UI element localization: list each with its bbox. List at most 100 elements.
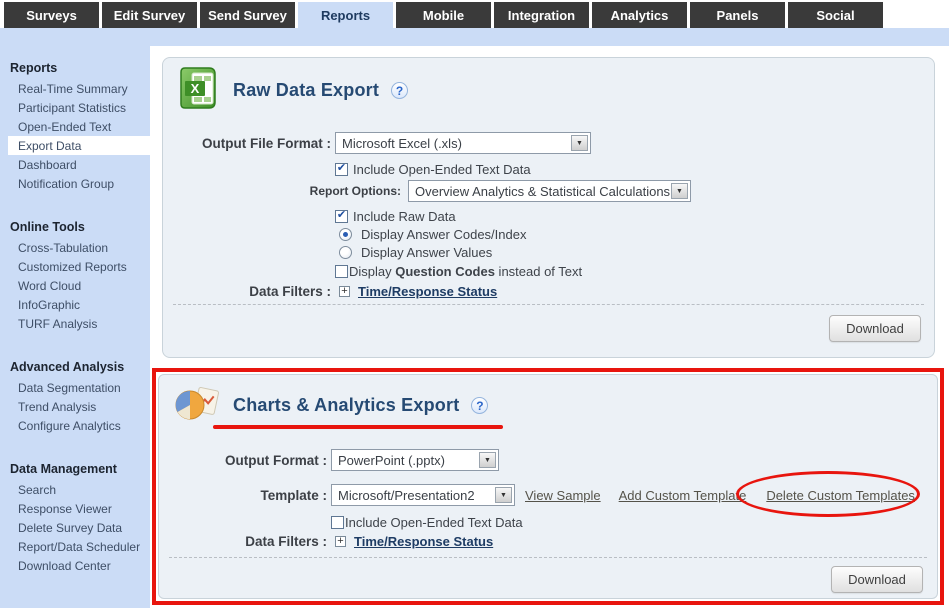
divider (169, 557, 927, 558)
red-ellipse-annotation (736, 471, 920, 517)
panel-title: Charts & Analytics Export (233, 395, 459, 416)
data-filters-label: Data Filters : (159, 534, 327, 549)
sidebar-section-title: Reports (0, 58, 150, 79)
sidebar-item-search[interactable]: Search (0, 480, 150, 499)
page: Surveys Edit Survey Send Survey Reports … (0, 0, 949, 608)
sidebar-item-real-time-summary[interactable]: Real-Time Summary (0, 79, 150, 98)
chevron-down-icon: ▼ (571, 135, 588, 151)
pie-chart-icon (173, 383, 221, 428)
chevron-down-icon: ▼ (479, 452, 496, 468)
sidebar-item-response-viewer[interactable]: Response Viewer (0, 499, 150, 518)
chevron-down-icon: ▼ (495, 487, 512, 503)
expand-plus-icon[interactable]: + (335, 536, 346, 547)
sidebar-section-reports: Reports Real-Time Summary Participant St… (0, 58, 150, 193)
sidebar-item-dashboard[interactable]: Dashboard (0, 155, 150, 174)
sidebar-section-advanced-analysis: Advanced Analysis Data Segmentation Tren… (0, 357, 150, 435)
tab-surveys[interactable]: Surveys (4, 2, 99, 28)
output-format-select[interactable]: PowerPoint (.pptx) ▼ (331, 449, 499, 471)
sidebar-item-notification-group[interactable]: Notification Group (0, 174, 150, 193)
sidebar-item-download-center[interactable]: Download Center (0, 556, 150, 575)
sidebar-item-infographic[interactable]: InfoGraphic (0, 295, 150, 314)
time-response-status-link[interactable]: Time/Response Status (354, 534, 493, 549)
red-annotation-rectangle: Charts & Analytics Export ? Output Forma… (152, 368, 944, 605)
report-options-select[interactable]: Overview Analytics & Statistical Calcula… (408, 180, 691, 202)
report-options-value: Overview Analytics & Statistical Calcula… (409, 184, 671, 199)
question-codes-label: Display Question Codes instead of Text (349, 264, 582, 279)
output-format-row: Output Format : PowerPoint (.pptx) ▼ (159, 449, 499, 471)
include-open-ended-checkbox[interactable] (331, 516, 344, 529)
nav-underline-strip (0, 28, 949, 46)
sidebar-item-data-segmentation[interactable]: Data Segmentation (0, 378, 150, 397)
tab-mobile[interactable]: Mobile (396, 2, 491, 28)
tab-send-survey[interactable]: Send Survey (200, 2, 295, 28)
include-open-ended-row: Include Open-Ended Text Data (331, 515, 523, 530)
tab-reports[interactable]: Reports (298, 2, 393, 28)
sidebar-section-title: Advanced Analysis (0, 357, 150, 378)
data-filters-row: Data Filters : + Time/Response Status (163, 284, 497, 299)
svg-text:X: X (191, 81, 200, 96)
divider (173, 304, 924, 305)
time-response-status-link[interactable]: Time/Response Status (358, 284, 497, 299)
sidebar: Reports Real-Time Summary Participant St… (0, 46, 150, 608)
raw-data-export-panel: X Raw Data Export ? Output File Format :… (162, 57, 935, 358)
question-codes-row: Display Question Codes instead of Text (335, 264, 582, 279)
charts-analytics-export-panel: Charts & Analytics Export ? Output Forma… (158, 374, 938, 599)
tab-panels[interactable]: Panels (690, 2, 785, 28)
data-filters-row: Data Filters : + Time/Response Status (159, 534, 493, 549)
include-raw-data-row: Include Raw Data (335, 209, 456, 224)
sidebar-item-open-ended-text[interactable]: Open-Ended Text (0, 117, 150, 136)
display-answer-values-radio[interactable] (339, 246, 352, 259)
sidebar-item-configure-analytics[interactable]: Configure Analytics (0, 416, 150, 435)
tab-integration[interactable]: Integration (494, 2, 589, 28)
raw-export-header: X Raw Data Export ? (175, 66, 408, 115)
download-button[interactable]: Download (831, 566, 923, 593)
sidebar-item-export-data[interactable]: Export Data (8, 136, 150, 155)
sidebar-section-online-tools: Online Tools Cross-Tabulation Customized… (0, 217, 150, 333)
answer-codes-row: Display Answer Codes/Index (339, 227, 526, 242)
sidebar-item-participant-statistics[interactable]: Participant Statistics (0, 98, 150, 117)
template-label: Template : (159, 488, 327, 503)
red-underline-annotation (213, 425, 503, 429)
answer-values-row: Display Answer Values (339, 245, 492, 260)
charts-export-header: Charts & Analytics Export ? (173, 383, 488, 428)
output-format-value: PowerPoint (.pptx) (332, 453, 479, 468)
display-answer-values-label: Display Answer Values (361, 245, 492, 260)
question-codes-checkbox[interactable] (335, 265, 348, 278)
include-open-ended-checkbox[interactable] (335, 163, 348, 176)
tab-social[interactable]: Social (788, 2, 883, 28)
expand-plus-icon[interactable]: + (339, 286, 350, 297)
add-custom-template-link[interactable]: Add Custom Template (619, 488, 747, 503)
include-open-ended-row: Include Open-Ended Text Data (335, 162, 531, 177)
tab-analytics[interactable]: Analytics (592, 2, 687, 28)
panel-title: Raw Data Export (233, 80, 379, 101)
output-format-label: Output Format : (159, 453, 327, 468)
help-icon[interactable]: ? (391, 82, 408, 99)
display-answer-codes-radio[interactable] (339, 228, 352, 241)
sidebar-item-delete-survey-data[interactable]: Delete Survey Data (0, 518, 150, 537)
excel-icon: X (175, 66, 221, 115)
tab-edit-survey[interactable]: Edit Survey (102, 2, 197, 28)
sidebar-item-report-data-scheduler[interactable]: Report/Data Scheduler (0, 537, 150, 556)
template-select[interactable]: Microsoft/Presentation2 ▼ (331, 484, 515, 506)
output-file-format-row: Output File Format : Microsoft Excel (.x… (163, 132, 591, 154)
output-file-format-select[interactable]: Microsoft Excel (.xls) ▼ (335, 132, 591, 154)
chevron-down-icon: ▼ (671, 183, 688, 199)
sidebar-item-trend-analysis[interactable]: Trend Analysis (0, 397, 150, 416)
sidebar-item-word-cloud[interactable]: Word Cloud (0, 276, 150, 295)
sidebar-item-customized-reports[interactable]: Customized Reports (0, 257, 150, 276)
sidebar-section-title: Data Management (0, 459, 150, 480)
report-options-label: Report Options: (163, 184, 401, 198)
include-open-ended-label: Include Open-Ended Text Data (345, 515, 523, 530)
output-file-format-label: Output File Format : (163, 136, 331, 151)
sidebar-section-title: Online Tools (0, 217, 150, 238)
sidebar-item-cross-tabulation[interactable]: Cross-Tabulation (0, 238, 150, 257)
sidebar-item-turf-analysis[interactable]: TURF Analysis (0, 314, 150, 333)
report-options-row: Report Options: Overview Analytics & Sta… (163, 180, 691, 202)
download-button[interactable]: Download (829, 315, 921, 342)
include-raw-data-checkbox[interactable] (335, 210, 348, 223)
template-value: Microsoft/Presentation2 (332, 488, 495, 503)
sidebar-section-data-management: Data Management Search Response Viewer D… (0, 459, 150, 575)
view-sample-link[interactable]: View Sample (525, 488, 601, 503)
help-icon[interactable]: ? (471, 397, 488, 414)
include-raw-data-label: Include Raw Data (353, 209, 456, 224)
